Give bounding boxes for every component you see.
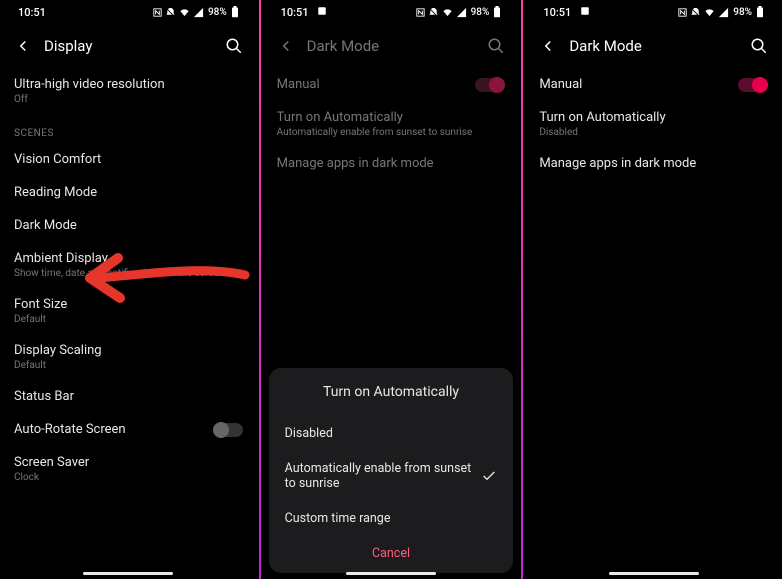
row-auto: Turn on Automatically Automatically enab… <box>277 101 506 147</box>
signal-icon <box>193 7 204 18</box>
divider <box>259 0 261 579</box>
section-scenes: SCENES <box>14 114 243 143</box>
page-title: Dark Mode <box>569 37 738 55</box>
battery-icon <box>493 6 501 18</box>
status-bar: 10:51 98% <box>525 0 782 24</box>
phone-screen-dark-mode: 10:51 98% Dark Mode Manual Turn on Autom… <box>525 0 782 579</box>
row-manual[interactable]: Manual <box>539 68 768 101</box>
status-bar: 10:51 98% <box>0 0 257 24</box>
battery-icon <box>756 6 764 18</box>
home-indicator[interactable] <box>83 572 173 575</box>
status-time: 10:51 <box>543 6 571 19</box>
row-label: Ultra-high video resolution <box>14 77 165 92</box>
page-title: Dark Mode <box>307 37 476 55</box>
back-icon[interactable] <box>539 37 557 55</box>
sheet-option-custom[interactable]: Custom time range <box>285 501 498 536</box>
row-sub: Clock <box>14 472 243 483</box>
row-label: Ambient Display <box>14 251 108 266</box>
search-icon[interactable] <box>225 37 243 55</box>
row-vision-comfort[interactable]: Vision Comfort <box>14 143 243 176</box>
status-icons: 98% <box>415 6 502 18</box>
settings-list: Ultra-high video resolution Off SCENES V… <box>0 68 257 492</box>
manual-toggle[interactable] <box>738 78 768 92</box>
row-sub: Disabled <box>539 127 768 138</box>
back-icon[interactable] <box>277 37 295 55</box>
status-time: 10:51 <box>18 6 46 19</box>
screenshot-icon <box>580 6 590 16</box>
status-left: 10:51 <box>543 6 590 19</box>
row-display-scaling[interactable]: Display Scaling Default <box>14 334 243 380</box>
dnd-icon <box>165 7 176 18</box>
search-icon[interactable] <box>487 37 505 55</box>
settings-list: Manual Turn on Automatically Automatical… <box>263 68 520 180</box>
row-ambient-display[interactable]: Ambient Display Show time, date and noti… <box>14 242 243 288</box>
settings-list: Manual Turn on Automatically Disabled Ma… <box>525 68 782 180</box>
row-sub: Default <box>14 314 243 325</box>
row-screen-saver[interactable]: Screen Saver Clock <box>14 446 243 492</box>
row-font-size[interactable]: Font Size Default <box>14 288 243 334</box>
row-label: Font Size <box>14 297 67 312</box>
sheet-option-disabled[interactable]: Disabled <box>285 416 498 451</box>
home-indicator[interactable] <box>346 572 436 575</box>
row-sub: Show time, date and notifications on the… <box>14 268 243 279</box>
row-auto-rotate[interactable]: Auto-Rotate Screen <box>14 413 243 446</box>
row-auto[interactable]: Turn on Automatically Disabled <box>539 101 768 147</box>
nfc-icon <box>152 7 163 18</box>
screenshot-icon <box>317 6 327 16</box>
signal-icon <box>456 7 467 18</box>
row-reading-mode[interactable]: Reading Mode <box>14 176 243 209</box>
dnd-icon <box>428 7 439 18</box>
wifi-icon <box>441 7 454 18</box>
row-sub: Default <box>14 360 243 371</box>
row-sub: Automatically enable from sunset to sunr… <box>277 127 506 138</box>
search-icon[interactable] <box>750 37 768 55</box>
bottom-sheet: Turn on Automatically Disabled Automatic… <box>269 368 514 573</box>
nfc-icon <box>415 7 426 18</box>
row-status-bar[interactable]: Status Bar <box>14 380 243 413</box>
phone-screen-display: 10:51 98% Display Ultra-high video resol… <box>0 0 257 579</box>
battery-pct: 98% <box>733 7 752 18</box>
back-icon[interactable] <box>14 37 32 55</box>
row-manage-apps[interactable]: Manage apps in dark mode <box>539 147 768 180</box>
status-icons: 98% <box>677 6 764 18</box>
header: Dark Mode <box>525 24 782 68</box>
sheet-title: Turn on Automatically <box>285 384 498 400</box>
phone-screen-dark-mode-sheet: 10:51 98% Dark Mode Manual Turn on Autom… <box>263 0 520 579</box>
row-label: Turn on Automatically <box>277 110 403 125</box>
manual-toggle <box>475 78 505 92</box>
sheet-cancel[interactable]: Cancel <box>285 536 498 563</box>
battery-pct: 98% <box>208 7 227 18</box>
home-indicator[interactable] <box>609 572 699 575</box>
row-label: Display Scaling <box>14 343 102 358</box>
row-sub: Off <box>14 94 243 105</box>
sheet-option-sunset[interactable]: Automatically enable from sunset to sunr… <box>285 451 498 501</box>
page-title: Display <box>44 37 213 55</box>
status-left: 10:51 <box>281 6 328 19</box>
wifi-icon <box>703 7 716 18</box>
nfc-icon <box>677 7 688 18</box>
row-label: Turn on Automatically <box>539 110 665 125</box>
row-dark-mode[interactable]: Dark Mode <box>14 209 243 242</box>
header: Display <box>0 24 257 68</box>
row-manual: Manual <box>277 68 506 101</box>
row-label: Screen Saver <box>14 455 89 470</box>
signal-icon <box>718 7 729 18</box>
battery-pct: 98% <box>471 7 490 18</box>
dnd-icon <box>690 7 701 18</box>
header: Dark Mode <box>263 24 520 68</box>
status-time: 10:51 <box>281 6 309 19</box>
check-icon <box>481 468 497 484</box>
row-manage-apps: Manage apps in dark mode <box>277 147 506 180</box>
status-icons: 98% <box>152 6 239 18</box>
auto-rotate-toggle[interactable] <box>213 423 243 437</box>
battery-icon <box>231 6 239 18</box>
divider <box>521 0 523 579</box>
row-ultra-high-video[interactable]: Ultra-high video resolution Off <box>14 68 243 114</box>
wifi-icon <box>178 7 191 18</box>
status-bar: 10:51 98% <box>263 0 520 24</box>
